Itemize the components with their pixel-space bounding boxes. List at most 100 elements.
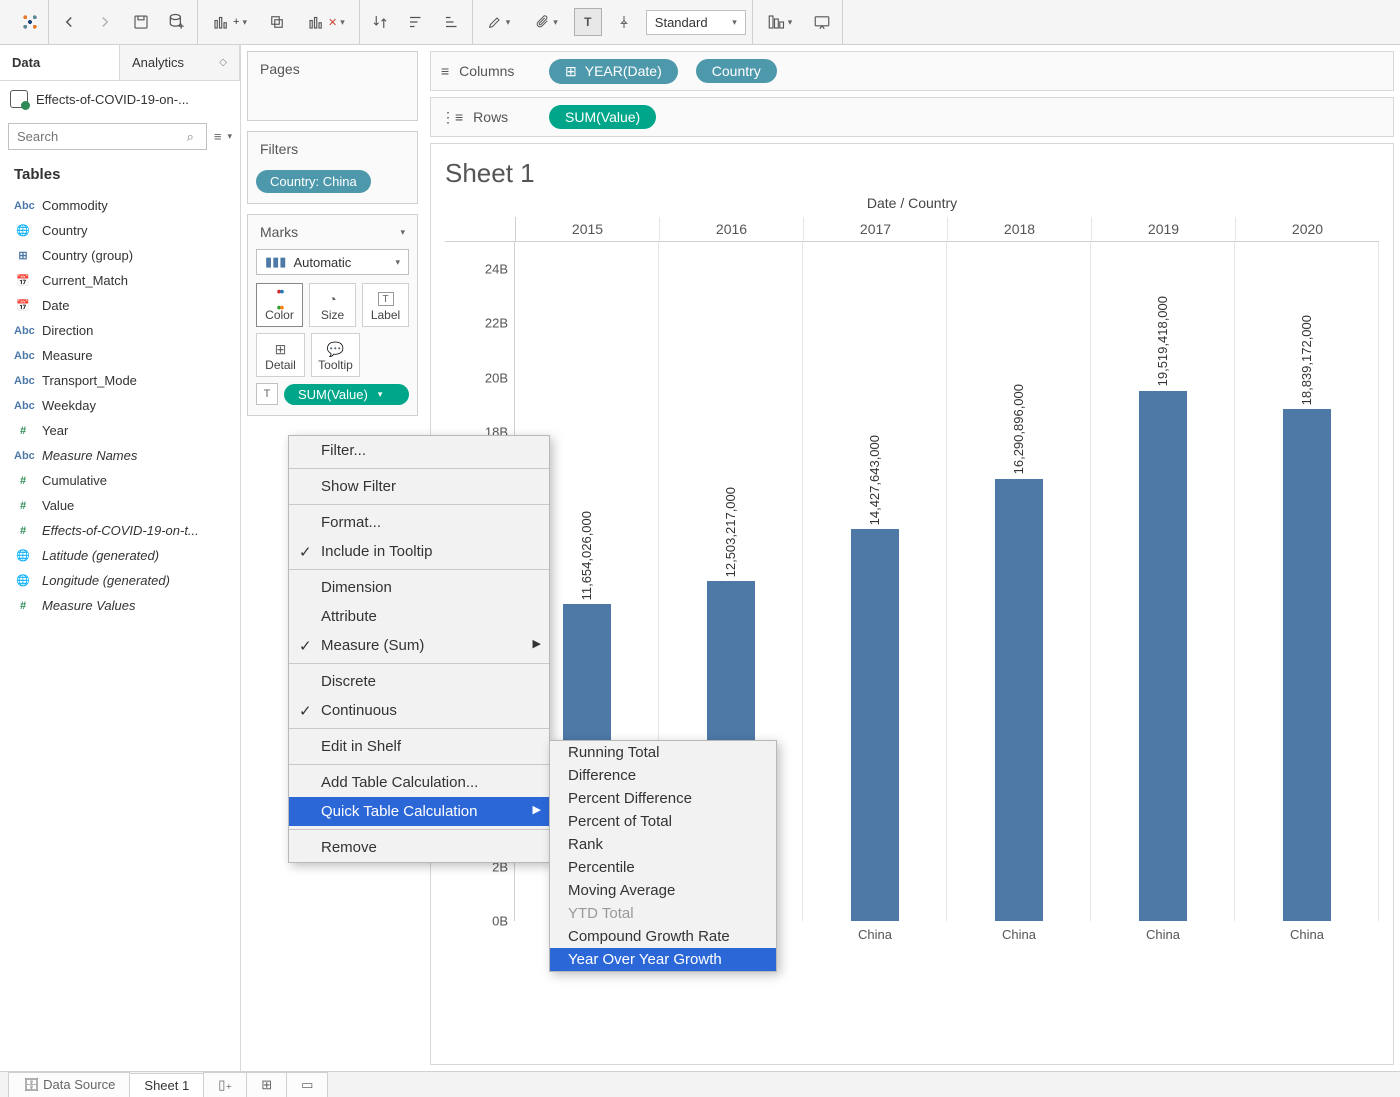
tooltip-button[interactable]: 💬Tooltip xyxy=(311,333,360,377)
rows-shelf[interactable]: ⋮≡Rows SUM(Value) xyxy=(430,97,1394,137)
submenu-item[interactable]: Percentile xyxy=(550,856,776,879)
bar-column[interactable]: 14,427,643,000 xyxy=(803,242,947,921)
fields-menu-icon[interactable]: ▾ xyxy=(227,131,232,142)
year-header: 2020 xyxy=(1235,217,1379,241)
new-story-button[interactable]: ▭ xyxy=(286,1072,328,1097)
tab-sheet1[interactable]: Sheet 1 xyxy=(129,1073,204,1097)
highlight-button[interactable]: ▾ xyxy=(479,14,519,30)
field-item[interactable]: 📅Date xyxy=(0,293,240,318)
size-button[interactable]: ◔Size xyxy=(309,283,356,327)
new-worksheet-button[interactable]: +▾ xyxy=(204,13,255,31)
mark-type-dropdown[interactable]: ▮▮▮ Automatic▾ xyxy=(256,249,409,275)
color-button[interactable]: ••••Color xyxy=(256,283,303,327)
submenu-item[interactable]: Compound Growth Rate xyxy=(550,925,776,948)
submenu-item[interactable]: Percent Difference xyxy=(550,787,776,810)
submenu-item[interactable]: YTD Total xyxy=(550,902,776,925)
view-toggle-icon[interactable]: ≡ xyxy=(214,129,222,144)
menu-item[interactable]: Attribute xyxy=(289,602,549,631)
submenu-item[interactable]: Running Total xyxy=(550,741,776,764)
field-type-icon: Abc xyxy=(14,450,32,462)
columns-shelf[interactable]: ≡Columns ⊞YEAR(Date) Country xyxy=(430,51,1394,91)
search-input[interactable] xyxy=(8,123,207,150)
submenu-item[interactable]: Moving Average xyxy=(550,879,776,902)
bar[interactable] xyxy=(1283,409,1331,921)
datasource-name: Effects-of-COVID-19-on-... xyxy=(36,92,189,107)
field-item[interactable]: #Year xyxy=(0,418,240,443)
field-item[interactable]: AbcMeasure Names xyxy=(0,443,240,468)
new-sheet-button[interactable]: ▯₊ xyxy=(203,1072,247,1097)
show-labels-button[interactable]: T xyxy=(574,8,602,36)
field-type-icon: 📅 xyxy=(14,274,32,287)
new-dashboard-button[interactable]: ⊞ xyxy=(246,1072,287,1097)
new-datasource-button[interactable] xyxy=(163,8,191,36)
field-item[interactable]: #Effects-of-COVID-19-on-t... xyxy=(0,518,240,543)
save-button[interactable] xyxy=(127,8,155,36)
columns-pill-year[interactable]: ⊞YEAR(Date) xyxy=(549,59,678,84)
detail-button[interactable]: ⊞Detail xyxy=(256,333,305,377)
field-item[interactable]: AbcDirection xyxy=(0,318,240,343)
columns-pill-country[interactable]: Country xyxy=(696,59,777,83)
field-item[interactable]: #Value xyxy=(0,493,240,518)
year-header: 2016 xyxy=(659,217,803,241)
tab-analytics[interactable]: Analytics◇ xyxy=(120,45,240,80)
sort-desc-button[interactable] xyxy=(438,8,466,36)
show-me-button[interactable]: ▾ xyxy=(759,13,801,31)
menu-item[interactable]: Format... xyxy=(289,508,549,537)
field-item[interactable]: 🌐Latitude (generated) xyxy=(0,543,240,568)
menu-item[interactable]: Filter... xyxy=(289,436,549,465)
menu-item[interactable]: Edit in Shelf xyxy=(289,732,549,761)
forward-button[interactable] xyxy=(91,8,119,36)
filter-pill-country[interactable]: Country: China xyxy=(256,170,371,193)
datasource-item[interactable]: Effects-of-COVID-19-on-... xyxy=(0,81,240,117)
attach-button[interactable]: ▾ xyxy=(526,14,566,30)
field-item[interactable]: AbcMeasure xyxy=(0,343,240,368)
menu-item[interactable]: Discrete xyxy=(289,667,549,696)
menu-item[interactable]: Dimension xyxy=(289,573,549,602)
sheet-title[interactable]: Sheet 1 xyxy=(445,158,1379,189)
back-button[interactable] xyxy=(55,8,83,36)
field-item[interactable]: ⊞Country (group) xyxy=(0,243,240,268)
bar[interactable] xyxy=(995,479,1043,921)
menu-item[interactable]: Quick Table Calculation xyxy=(289,797,549,826)
field-item[interactable]: AbcTransport_Mode xyxy=(0,368,240,393)
bar-column[interactable]: 19,519,418,000 xyxy=(1091,242,1235,921)
tab-datasource[interactable]: 🗄 Data Source xyxy=(8,1072,130,1097)
field-item[interactable]: #Cumulative xyxy=(0,468,240,493)
submenu-item[interactable]: Percent of Total xyxy=(550,810,776,833)
field-item[interactable]: AbcCommodity xyxy=(0,193,240,218)
tab-data[interactable]: Data xyxy=(0,45,120,80)
menu-item[interactable]: Continuous xyxy=(289,696,549,725)
bar-column[interactable]: 18,839,172,000 xyxy=(1235,242,1379,921)
sort-asc-button[interactable] xyxy=(402,8,430,36)
sum-value-pill[interactable]: SUM(Value)▾ xyxy=(284,384,409,405)
bar[interactable] xyxy=(851,529,899,921)
field-type-icon: 🌐 xyxy=(14,224,32,237)
tableau-logo xyxy=(18,10,42,34)
menu-item[interactable]: Remove xyxy=(289,833,549,862)
pin-button[interactable] xyxy=(610,8,638,36)
field-item[interactable]: 🌐Longitude (generated) xyxy=(0,568,240,593)
datasource-icon xyxy=(10,90,28,108)
submenu-item[interactable]: Year Over Year Growth xyxy=(550,948,776,971)
duplicate-button[interactable] xyxy=(263,8,291,36)
submenu-item[interactable]: Rank xyxy=(550,833,776,856)
field-item[interactable]: #Measure Values xyxy=(0,593,240,618)
field-item[interactable]: 📅Current_Match xyxy=(0,268,240,293)
menu-item[interactable]: Show Filter xyxy=(289,472,549,501)
clear-button[interactable]: ✕▾ xyxy=(299,13,353,31)
menu-item[interactable]: Include in Tooltip xyxy=(289,537,549,566)
menu-item[interactable]: Add Table Calculation... xyxy=(289,768,549,797)
search-icon[interactable]: ⌕ xyxy=(187,129,194,145)
field-item[interactable]: AbcWeekday xyxy=(0,393,240,418)
field-item[interactable]: 🌐Country xyxy=(0,218,240,243)
label-button[interactable]: TLabel xyxy=(362,283,409,327)
submenu-item[interactable]: Difference xyxy=(550,764,776,787)
fit-dropdown[interactable]: Standard▾ xyxy=(646,10,746,35)
year-header: 2019 xyxy=(1091,217,1235,241)
swap-button[interactable] xyxy=(366,8,394,36)
bar[interactable] xyxy=(1139,391,1187,921)
bar-column[interactable]: 16,290,896,000 xyxy=(947,242,1091,921)
menu-item[interactable]: Measure (Sum) xyxy=(289,631,549,660)
presentation-button[interactable] xyxy=(808,8,836,36)
rows-pill-sum[interactable]: SUM(Value) xyxy=(549,105,656,129)
